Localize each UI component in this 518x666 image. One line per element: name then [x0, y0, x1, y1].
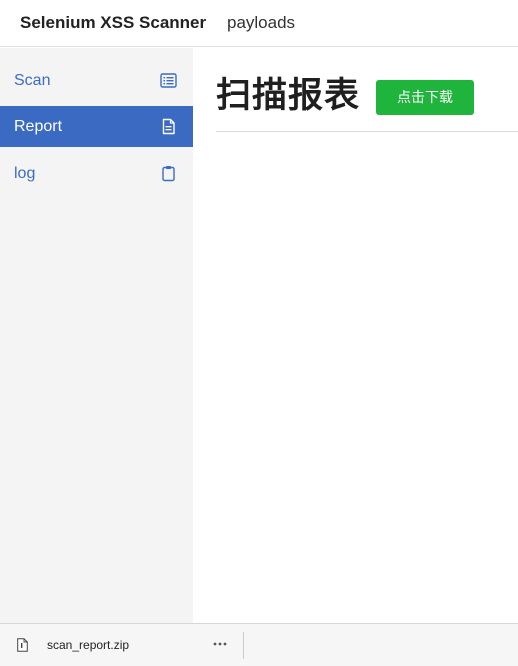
- shelf-divider: [243, 632, 244, 659]
- list-icon: [160, 73, 177, 88]
- file-icon[interactable]: [17, 638, 28, 652]
- main-content: 扫描报表 点击下载: [193, 48, 518, 623]
- sidebar-item-label: log: [14, 165, 36, 182]
- sidebar-item-label: Scan: [14, 72, 51, 89]
- sidebar-item-report[interactable]: Report: [0, 106, 193, 147]
- sidebar-item-label: Report: [14, 118, 63, 135]
- top-navbar: Selenium XSS Scanner payloads: [0, 0, 518, 47]
- clipboard-icon: [162, 166, 175, 182]
- sidebar-item-scan[interactable]: Scan: [0, 60, 193, 101]
- nav-link-payloads[interactable]: payloads: [227, 14, 295, 32]
- document-icon: [162, 118, 175, 135]
- more-icon[interactable]: [210, 636, 230, 652]
- sidebar: Scan Report log: [0, 48, 193, 623]
- title-divider: [216, 131, 518, 132]
- download-shelf: scan_report.zip: [0, 623, 518, 666]
- app-brand[interactable]: Selenium XSS Scanner: [20, 14, 206, 32]
- download-button[interactable]: 点击下载: [376, 80, 474, 115]
- page-title: 扫描报表: [216, 76, 361, 115]
- download-file-name[interactable]: scan_report.zip: [47, 639, 129, 652]
- sidebar-item-log[interactable]: log: [0, 153, 193, 194]
